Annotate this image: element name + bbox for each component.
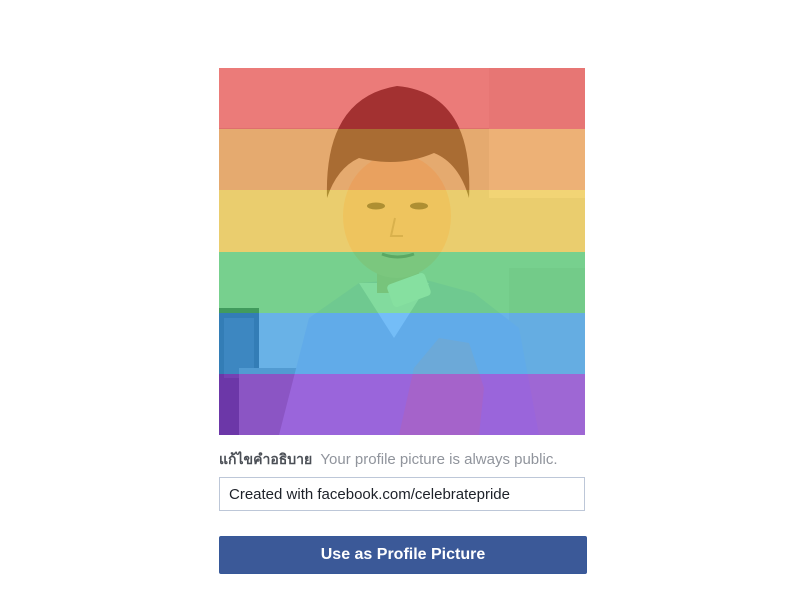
privacy-note: Your profile picture is always public. <box>320 451 558 468</box>
person-portrait-icon <box>219 68 585 435</box>
edit-caption-link[interactable]: แก้ไขคำอธิบาย <box>219 452 312 468</box>
rainbow-stripe-4 <box>219 251 585 313</box>
caption-row: แก้ไขคำอธิบาย Your profile picture is al… <box>219 451 599 469</box>
rainbow-stripe-6 <box>219 373 585 435</box>
caption-input[interactable] <box>219 477 585 511</box>
celebrate-pride-page: แก้ไขคำอธิบาย Your profile picture is al… <box>0 0 800 600</box>
profile-photo-preview <box>219 68 585 435</box>
rainbow-stripe-5 <box>219 312 585 374</box>
rainbow-stripe-1 <box>219 68 585 130</box>
rainbow-stripe-3 <box>219 190 585 252</box>
use-as-profile-picture-button[interactable]: Use as Profile Picture <box>219 536 587 574</box>
rainbow-stripe-2 <box>219 129 585 191</box>
